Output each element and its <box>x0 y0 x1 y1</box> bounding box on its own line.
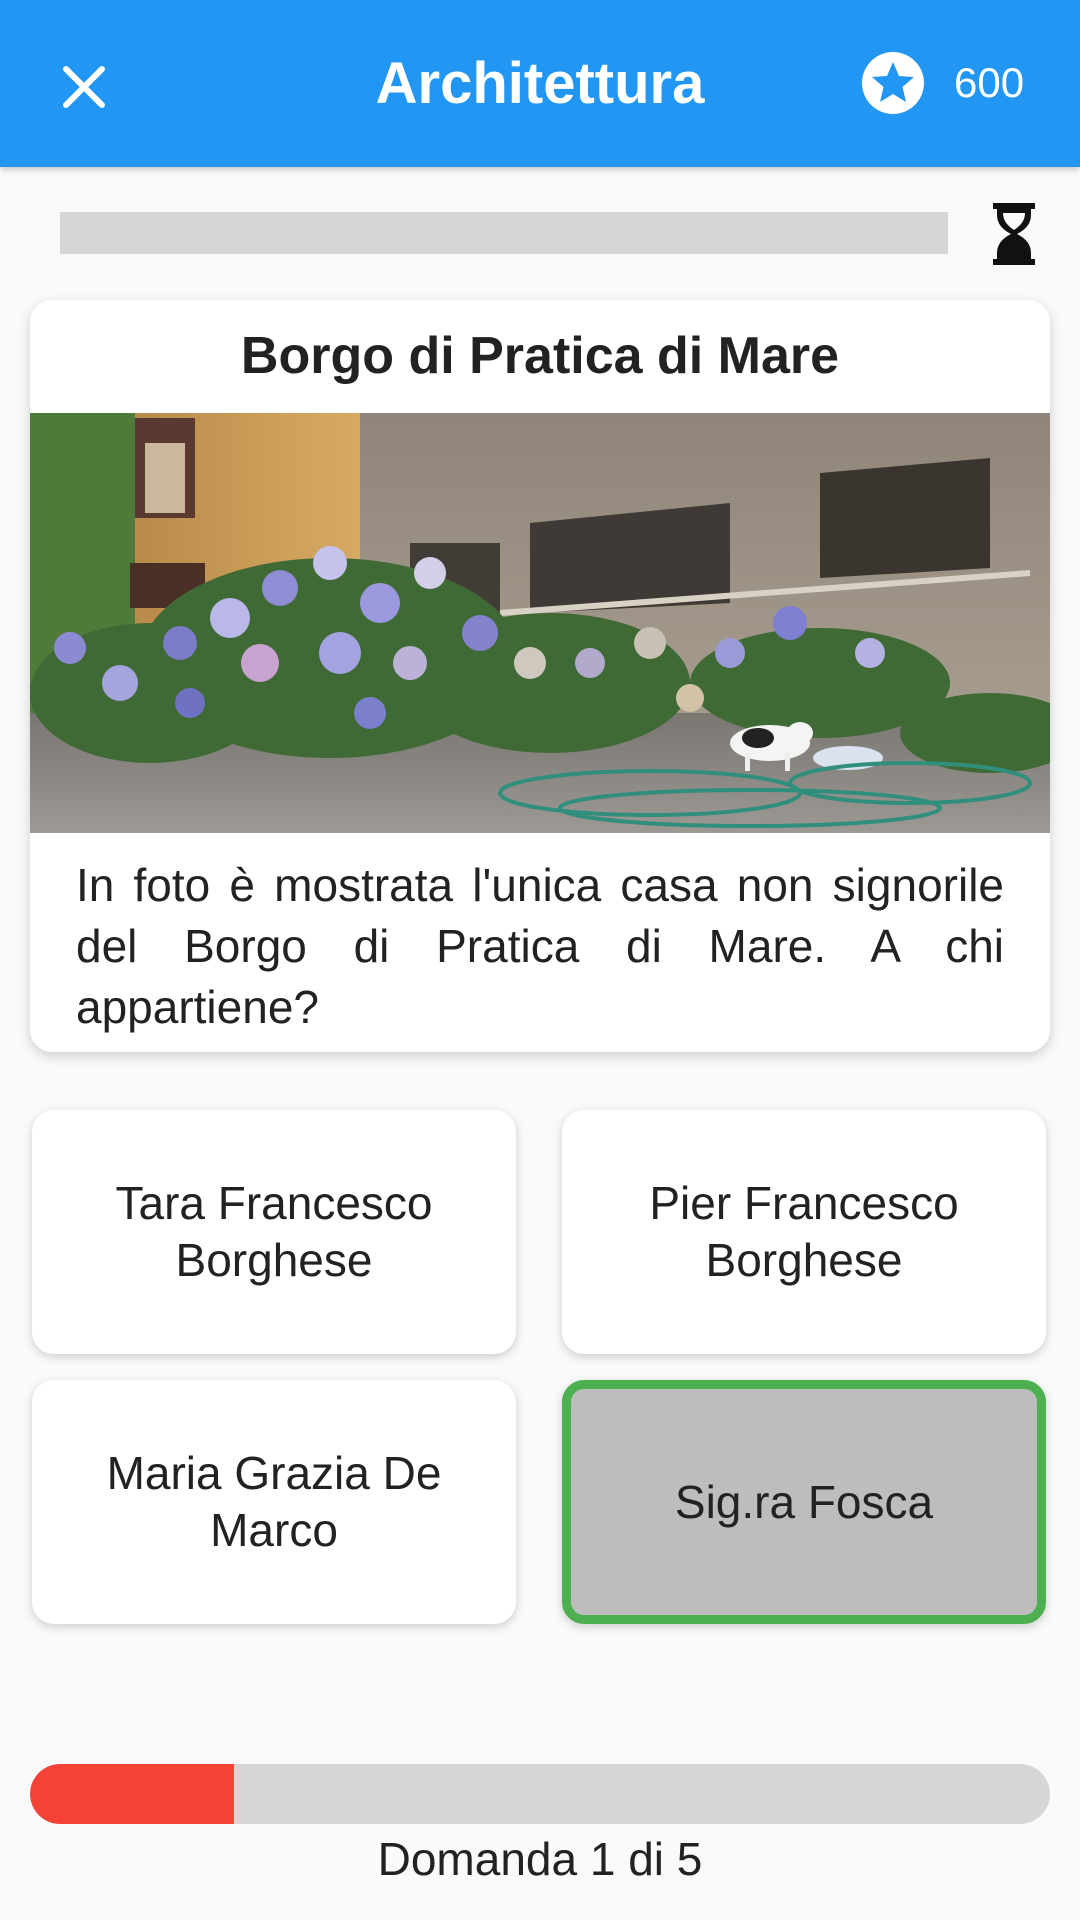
answer-option-2[interactable]: Pier Francesco Borghese <box>562 1110 1046 1354</box>
question-progress-fill <box>30 1764 234 1824</box>
answer-option-1[interactable]: Tara Francesco Borghese <box>32 1110 516 1354</box>
score-value: 600 <box>954 59 1025 106</box>
close-icon <box>63 66 105 108</box>
close-button[interactable] <box>52 55 116 119</box>
app-bar: Architettura 600 <box>0 0 1080 167</box>
page-title: Architettura <box>375 51 705 116</box>
answer-option-4[interactable]: Sig.ra Fosca <box>562 1380 1046 1624</box>
question-photo <box>30 413 1050 833</box>
question-progress-label: Domanda 1 di 5 <box>377 1833 703 1885</box>
question-text: In foto è mostrata l'unica casa non sign… <box>76 859 1004 1033</box>
score-display: 600 <box>862 52 1024 114</box>
question-progress-bar <box>30 1764 1050 1824</box>
answer-option-3[interactable]: Maria Grazia De Marco <box>32 1380 516 1624</box>
question-card: Borgo di Pratica di Mare In foto è mostr… <box>30 300 1050 1052</box>
timer-bar <box>60 212 948 254</box>
star-circle-icon <box>862 52 924 114</box>
question-title: Borgo di Pratica di Mare <box>240 327 840 385</box>
hourglass-icon <box>993 203 1035 265</box>
